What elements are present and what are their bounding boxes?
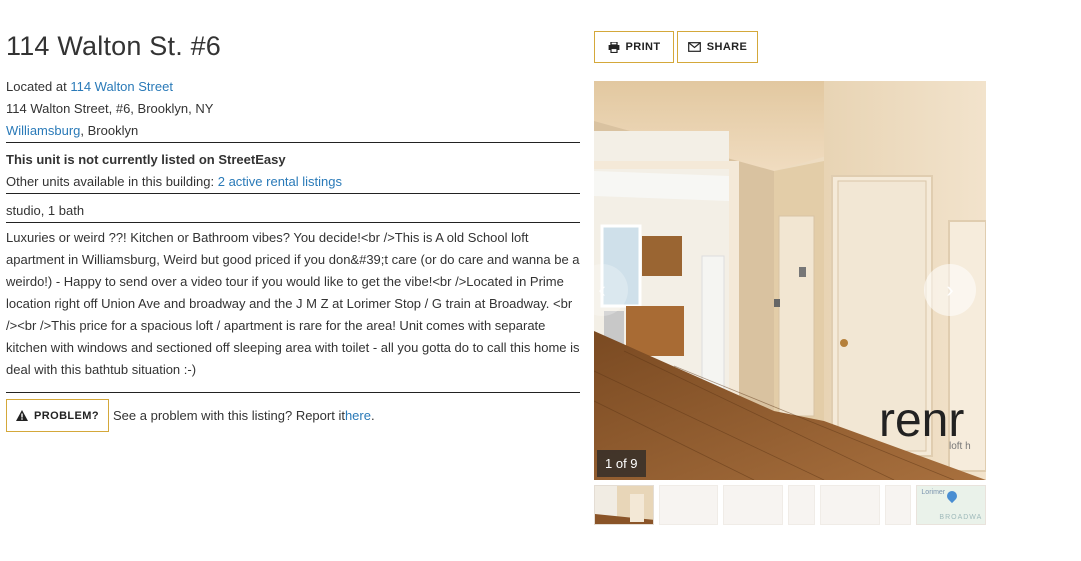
unit-details: studio, 1 bath [6,203,85,218]
thumbnail[interactable] [594,485,654,525]
map-pin-icon [945,488,960,504]
neighborhood-line: Williamsburg, Brooklyn [6,120,580,142]
located-at-label: Located at [6,79,71,94]
thumbnail[interactable] [658,485,719,525]
photo-counter: 1 of 9 [597,450,646,477]
chevron-right-icon: › [946,277,954,302]
warning-icon [16,410,29,421]
active-listings-link[interactable]: 2 active rental listings [218,174,342,189]
report-problem-row: PROBLEM? See a problem with this listing… [6,393,580,432]
status-notice: This unit is not currently listed on Str… [6,152,286,167]
share-label: SHARE [706,41,748,53]
problem-button[interactable]: PROBLEM? [6,399,109,432]
borough-text: , Brooklyn [80,123,139,138]
neighborhood-link[interactable]: Williamsburg [6,123,80,138]
watermark-subtext: loft h [949,441,971,452]
envelope-icon [687,42,701,52]
map-thumbnail[interactable]: Lorimer BROADWA [916,485,987,525]
watermark-text: renr [879,394,964,447]
chevron-left-icon: ‹ [598,277,606,302]
printer-icon [608,41,619,53]
listing-description: Luxuries or weird ??! Kitchen or Bathroo… [6,230,580,377]
thumbnail[interactable] [884,485,912,525]
report-suffix: . [370,408,375,423]
map-label: Lorimer [921,489,946,496]
print-button[interactable]: PRINT [594,31,674,63]
next-photo-button[interactable]: › [924,264,976,316]
print-label: PRINT [625,41,661,53]
thumbnail[interactable] [723,485,784,525]
thumbnail-strip: Lorimer BROADWA [594,485,987,525]
map-label: BROADWA [939,514,983,521]
photo-gallery: renr loft h ‹ › 1 of 9 [594,81,986,480]
page-title: 114 Walton St. #6 [6,31,222,61]
problem-button-label: PROBLEM? [34,409,99,422]
building-link[interactable]: 114 Walton Street [70,79,173,94]
report-here-link[interactable]: here [345,408,371,423]
other-units-label: Other units available in this building: [6,174,218,189]
thumbnail[interactable] [788,485,815,525]
share-button[interactable]: SHARE [677,31,758,63]
listing-actions: PRINT SHARE [594,31,758,63]
address-line: 114 Walton Street, #6, Brooklyn, NY [6,101,214,116]
thumbnail[interactable] [819,485,880,525]
other-units-line: Other units available in this building: … [6,171,580,193]
located-at-line: Located at 114 Walton Street [6,76,580,98]
thumbnail-image [595,486,653,524]
report-prompt: See a problem with this listing? Report … [113,408,345,423]
listing-details: 114 Walton St. #6 Located at 114 Walton … [6,26,580,432]
